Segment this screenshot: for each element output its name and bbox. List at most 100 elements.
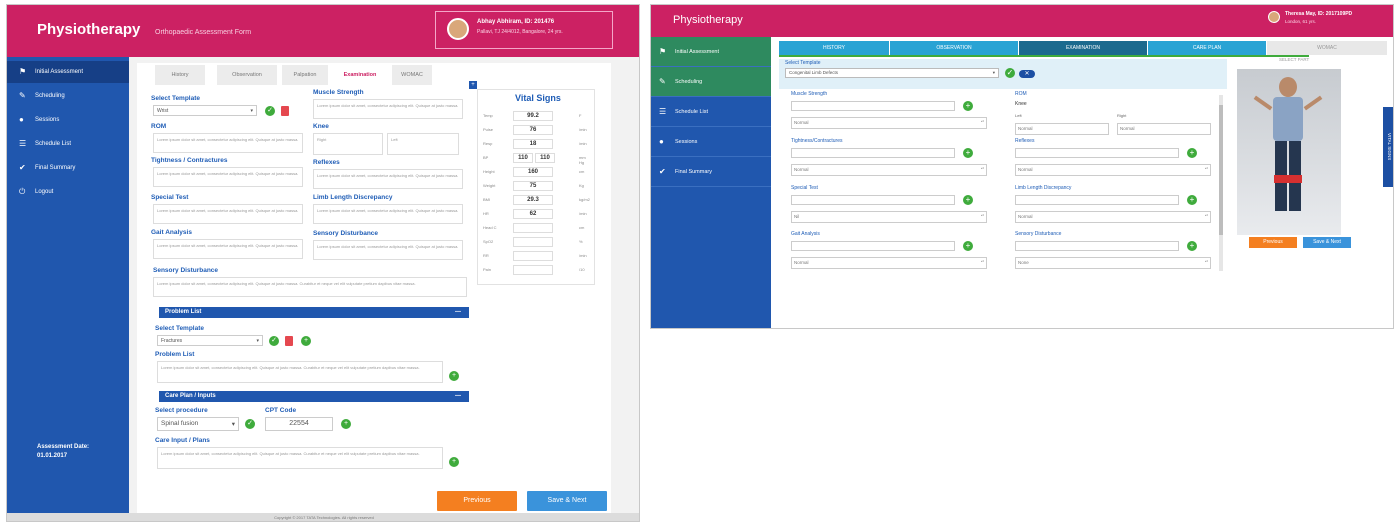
sidebar-item-scheduling[interactable]: ✎ Scheduling xyxy=(651,67,771,97)
limb-length-textarea[interactable]: Normal ▴▾ xyxy=(1015,211,1211,223)
previous-button[interactable]: Previous xyxy=(437,491,517,511)
add-icon[interactable]: + xyxy=(963,101,973,111)
save-next-button[interactable]: Save & Next xyxy=(527,491,607,511)
add-icon[interactable]: + xyxy=(449,457,459,467)
special-test-input[interactable] xyxy=(791,195,955,205)
vital-signs-tab[interactable]: VITAL SIGNS xyxy=(1383,107,1393,187)
add-icon[interactable]: + xyxy=(301,336,311,346)
gait-textarea[interactable]: Lorem ipsum dolor sit amet, consectetur … xyxy=(153,239,303,259)
rom-textarea[interactable]: Lorem ipsum dolor sit amet, consectetur … xyxy=(153,133,303,153)
sensory-textarea[interactable]: Lorem ipsum dolor sit amet, consectetur … xyxy=(153,277,467,297)
tightness-input[interactable] xyxy=(791,148,955,158)
add-icon[interactable]: + xyxy=(963,148,973,158)
vital-value-input[interactable] xyxy=(513,223,553,233)
tightness-textarea[interactable]: Normal ▴▾ xyxy=(791,164,987,176)
rom-right-input[interactable]: Normal xyxy=(1117,123,1211,135)
muscle-textarea[interactable]: Normal ▴▾ xyxy=(791,117,987,129)
sensory-textarea[interactable]: None ▴▾ xyxy=(1015,257,1211,269)
scrollbar-thumb[interactable] xyxy=(1219,105,1223,235)
expand-icon[interactable]: + xyxy=(469,81,477,89)
confirm-icon[interactable]: ✓ xyxy=(1005,68,1015,78)
sidebar-item-sessions[interactable]: ● Sessions xyxy=(7,109,129,131)
add-icon[interactable]: + xyxy=(341,419,351,429)
vital-value-input[interactable]: 29.3 xyxy=(513,195,553,205)
add-icon[interactable]: + xyxy=(1187,241,1197,251)
confirm-icon[interactable]: ✓ xyxy=(245,419,255,429)
tab-womac[interactable]: WOMAC xyxy=(392,65,432,85)
reflexes-textarea[interactable]: Normal ▴▾ xyxy=(1015,164,1211,176)
tab-palpation[interactable]: Palpation xyxy=(282,65,328,85)
vital-name: Height xyxy=(483,169,495,174)
sidebar-item-final-summary[interactable]: ✔ Final Summary xyxy=(651,157,771,187)
tab-history[interactable]: History xyxy=(155,65,205,85)
gait-textarea[interactable]: Normal ▴▾ xyxy=(791,257,987,269)
vital-value-input[interactable]: 99.2 xyxy=(513,111,553,121)
care-input-textarea[interactable]: Lorem ipsum dolor sit amet, consectetur … xyxy=(157,447,443,469)
confirm-icon[interactable]: ✓ xyxy=(265,106,275,116)
delete-icon[interactable] xyxy=(285,336,293,346)
vital-value-input[interactable]: 62 xyxy=(513,209,553,219)
vital-value2-input[interactable]: 110 xyxy=(535,153,555,163)
vital-value-input[interactable] xyxy=(513,251,553,261)
tab-care-plan[interactable]: CARE PLAN xyxy=(1148,41,1266,55)
vital-value-input[interactable] xyxy=(513,265,553,275)
vital-value-input[interactable] xyxy=(513,237,553,247)
pencil-icon: ✎ xyxy=(659,77,666,86)
add-icon[interactable]: + xyxy=(963,241,973,251)
cpt-code-input[interactable]: 22554 xyxy=(265,417,333,431)
sidebar-item-initial-assessment[interactable]: ⚑ Initial Assessment xyxy=(651,37,771,67)
sensory-input[interactable] xyxy=(1015,241,1179,251)
tab-examination[interactable]: Examination xyxy=(332,65,388,85)
procedure-select[interactable]: Spinal fusion ▾ xyxy=(157,417,239,431)
tab-observation[interactable]: OBSERVATION xyxy=(890,41,1018,55)
problem-template-select[interactable]: Fractures ▾ xyxy=(157,335,263,346)
tab-observation[interactable]: Observation xyxy=(217,65,277,85)
problem-list-textarea[interactable]: Lorem ipsum dolor sit amet, consectetur … xyxy=(157,361,443,383)
knee-left-input[interactable]: Left xyxy=(387,133,459,155)
problem-list-bar[interactable]: Problem List — xyxy=(159,307,469,318)
sidebar-item-schedule-list[interactable]: ☰ Schedule List xyxy=(651,97,771,127)
vital-value-input[interactable]: 18 xyxy=(513,139,553,149)
sidebar-item-logout[interactable]: ⏻ Logout xyxy=(7,181,129,203)
tab-womac[interactable]: WOMAC xyxy=(1267,41,1387,55)
sidebar-item-label: Initial Assessment xyxy=(675,49,720,55)
reflexes-input[interactable] xyxy=(1015,148,1179,158)
tab-history[interactable]: HISTORY xyxy=(779,41,889,55)
care-plan-bar[interactable]: Care Plan / Inputs — xyxy=(159,391,469,402)
vital-value-input[interactable]: 76 xyxy=(513,125,553,135)
sidebar-item-initial-assessment[interactable]: ⚑ Initial Assessment xyxy=(7,61,129,83)
special-test-textarea[interactable]: Lorem ipsum dolor sit amet, consectetur … xyxy=(153,204,303,224)
clear-icon[interactable]: ✕ xyxy=(1019,70,1035,78)
tab-examination[interactable]: EXAMINATION xyxy=(1019,41,1147,55)
sidebar-item-final-summary[interactable]: ✔ Final Summary xyxy=(7,157,129,179)
confirm-icon[interactable]: ✓ xyxy=(269,336,279,346)
save-next-button[interactable]: Save & Next xyxy=(1303,237,1351,248)
reflexes-textarea[interactable]: Lorem ipsum dolor sit amet, consectetur … xyxy=(313,169,463,189)
gait-input[interactable] xyxy=(791,241,955,251)
sidebar-item-sessions[interactable]: ● Sessions xyxy=(651,127,771,157)
sidebar-item-scheduling[interactable]: ✎ Scheduling xyxy=(7,85,129,107)
tightness-textarea[interactable]: Lorem ipsum dolor sit amet, consectetur … xyxy=(153,167,303,187)
vital-value-input[interactable]: 160 xyxy=(513,167,553,177)
template-select[interactable]: Congenital Limb Defects ▾ xyxy=(785,68,999,78)
muscle-textarea[interactable]: Lorem ipsum dolor sit amet, consectetur … xyxy=(313,99,463,119)
add-icon[interactable]: + xyxy=(963,195,973,205)
sidebar-item-schedule-list[interactable]: ☰ Schedule List xyxy=(7,133,129,155)
special-test-textarea[interactable]: Nil ▴▾ xyxy=(791,211,987,223)
scrollbar[interactable] xyxy=(1219,95,1223,271)
sensory2-textarea[interactable]: Lorem ipsum dolor sit amet, consectetur … xyxy=(313,240,463,260)
vital-value-input[interactable]: 75 xyxy=(513,181,553,191)
add-icon[interactable]: + xyxy=(449,371,459,381)
add-icon[interactable]: + xyxy=(1187,148,1197,158)
delete-icon[interactable] xyxy=(281,106,289,116)
knee-right-input[interactable]: Right xyxy=(313,133,383,155)
body-model-image[interactable] xyxy=(1237,69,1341,235)
previous-button[interactable]: Previous xyxy=(1249,237,1297,248)
limb-length-textarea[interactable]: Lorem ipsum dolor sit amet, consectetur … xyxy=(313,204,463,224)
add-icon[interactable]: + xyxy=(1187,195,1197,205)
rom-left-input[interactable]: Normal xyxy=(1015,123,1109,135)
vital-value-input[interactable]: 110 xyxy=(513,153,533,163)
template-select[interactable]: Wrist ▾ xyxy=(153,105,257,116)
muscle-input[interactable] xyxy=(791,101,955,111)
limb-length-input[interactable] xyxy=(1015,195,1179,205)
